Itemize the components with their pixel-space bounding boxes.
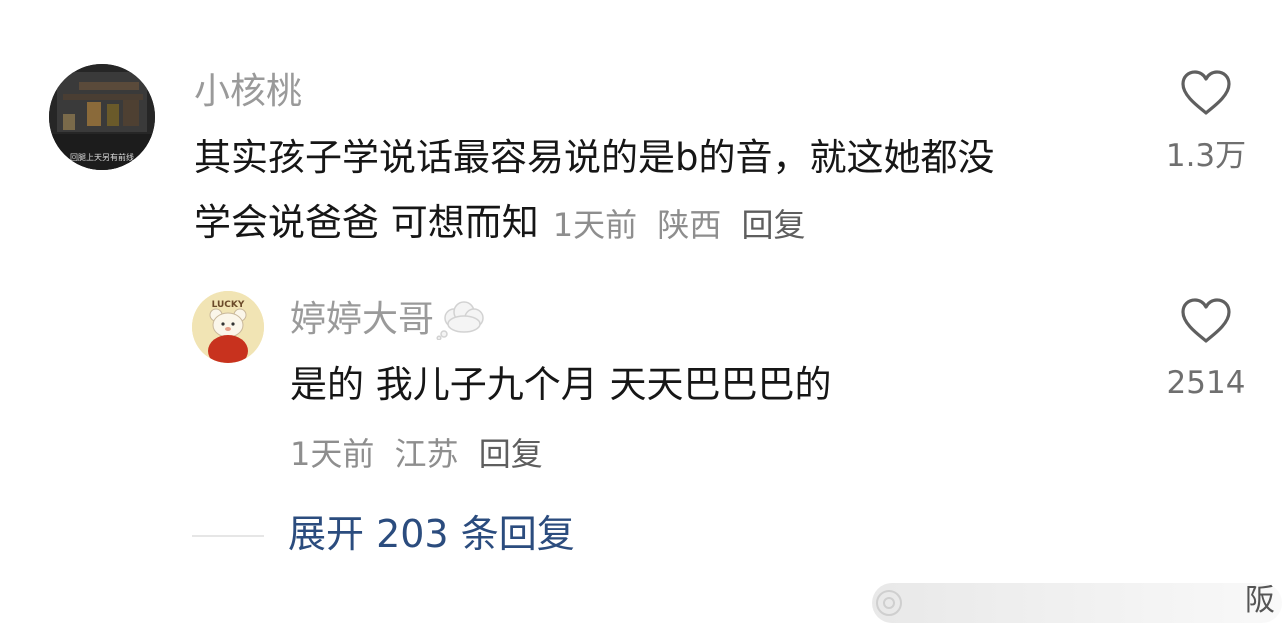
expand-replies-button[interactable]: 展开 203 条回复 bbox=[288, 515, 575, 553]
thought-bubble-icon bbox=[436, 301, 484, 340]
avatar-lucky-text: LUCKY bbox=[212, 300, 245, 310]
watermark-logo-icon bbox=[876, 590, 902, 616]
comment-location: 陕西 bbox=[657, 206, 722, 244]
reply-button[interactable]: 回复 bbox=[479, 435, 543, 473]
heart-icon[interactable] bbox=[1180, 70, 1232, 116]
comment-username[interactable]: 小核桃 bbox=[194, 74, 302, 110]
avatar[interactable]: 回腿上天另有前线 bbox=[49, 64, 155, 170]
comment-meta: 1天前 陕西 回复 bbox=[553, 209, 806, 241]
like-button[interactable] bbox=[1180, 298, 1232, 348]
reply-username[interactable]: 婷婷大哥 bbox=[290, 302, 434, 338]
heart-icon[interactable] bbox=[1180, 298, 1232, 344]
reply-location: 江苏 bbox=[394, 435, 459, 473]
watermark-text: 阪 bbox=[1245, 583, 1275, 618]
like-count: 2514 bbox=[1166, 365, 1246, 401]
reply-username-row: 婷婷大哥 bbox=[290, 300, 488, 340]
reply-meta: 1天前 江苏 回复 bbox=[290, 438, 543, 470]
reply-avatar[interactable]: LUCKY bbox=[192, 291, 264, 363]
like-button[interactable] bbox=[1180, 70, 1232, 120]
divider bbox=[192, 535, 264, 537]
comment-text-line-2: 学会说爸爸 可想而知 bbox=[194, 201, 539, 244]
watermark bbox=[872, 583, 1282, 623]
like-count: 1.3万 bbox=[1165, 138, 1247, 174]
comment-time: 1天前 bbox=[552, 206, 638, 244]
avatar-image: 回腿上天另有前线 bbox=[49, 64, 155, 170]
comment-text-line-1: 其实孩子学说话最容易说的是b的音，就这她都没 bbox=[194, 136, 995, 179]
avatar-caption: 回腿上天另有前线 bbox=[70, 152, 134, 162]
reply-text: 是的 我儿子九个月 天天巴巴巴的 bbox=[290, 363, 832, 406]
comment-text-line-2-row: 学会说爸爸 可想而知 1天前 陕西 回复 bbox=[194, 192, 806, 254]
avatar-image: LUCKY bbox=[192, 291, 264, 363]
reply-time: 1天前 bbox=[290, 435, 375, 473]
reply-button[interactable]: 回复 bbox=[742, 206, 806, 244]
